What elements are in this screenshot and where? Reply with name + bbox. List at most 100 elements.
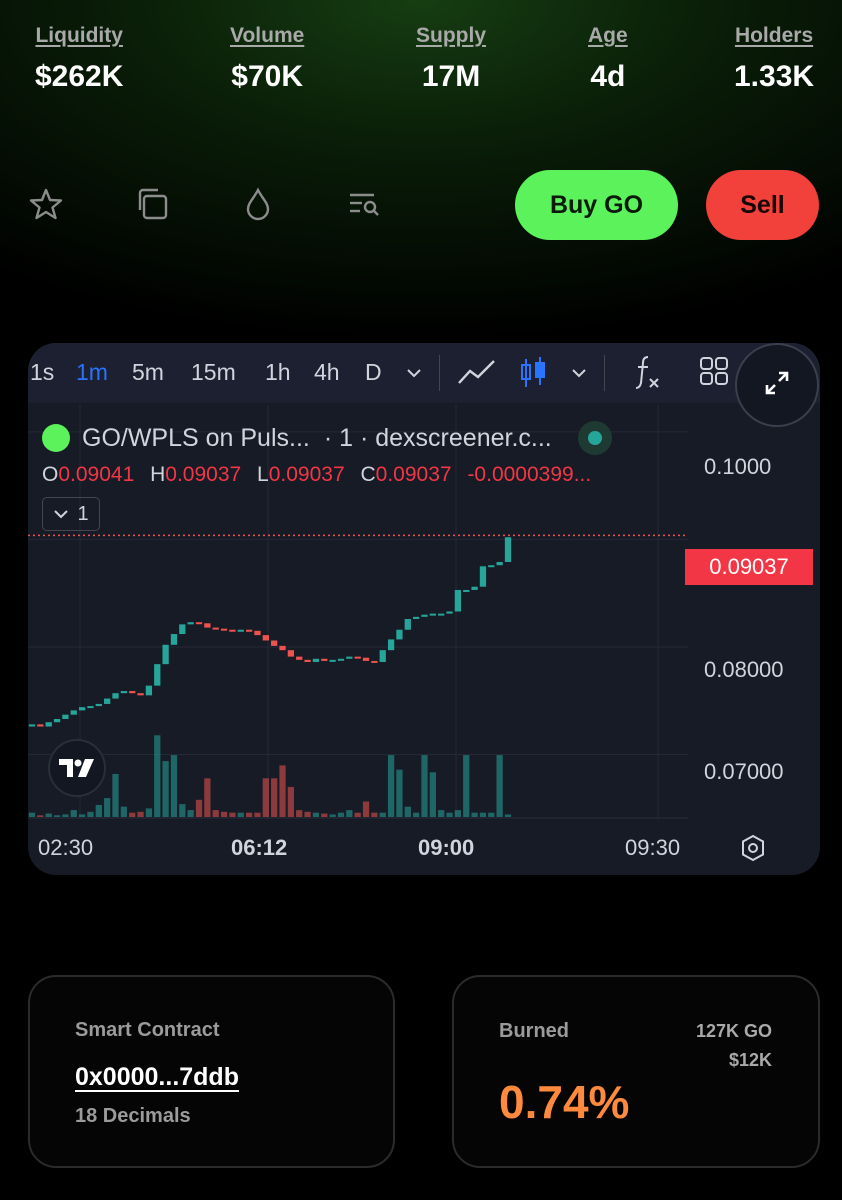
fullscreen-button[interactable] [735,343,819,427]
timeframe-5m[interactable]: 5m [132,359,164,386]
search-list-icon[interactable] [346,186,382,222]
timeframe-1h[interactable]: 1h [265,359,291,386]
chevron-down-icon [54,510,69,519]
candle [454,589,462,612]
chart-legend: GO/WPLS on Puls... · 1 · dexscreener.c..… [42,421,612,531]
stat-volume[interactable]: Volume $70K [230,24,304,94]
copy-icon[interactable] [134,186,170,222]
stat-liquidity[interactable]: Liquidity $262K [35,24,123,94]
volume-bar [212,810,219,817]
volume-bar [488,812,495,817]
last-price-marker: 0.09037 [685,549,813,585]
stat-value: 4d [590,60,626,93]
volume-bar [170,755,178,817]
candle [87,706,94,709]
line-chart-icon[interactable] [456,355,498,396]
candle [237,629,244,632]
candle [438,613,445,616]
candle [496,561,503,566]
candle [404,618,411,630]
candle [28,724,36,727]
volume-bar [28,812,36,817]
candle [112,693,119,699]
volume-bar [321,813,328,817]
candle [53,718,61,723]
volume-bar [421,755,428,817]
ohlc-key: C [360,463,376,486]
chart-settings-icon[interactable] [738,833,768,868]
star-icon[interactable] [28,186,64,222]
candle [329,659,336,662]
candle [379,650,386,663]
market-status-icon [577,421,612,455]
candle [220,628,228,631]
candle [212,627,219,630]
burned-usd: $12K [728,1050,772,1070]
candle [287,650,295,657]
price-chart-widget: 1s 1m 5m 15m 1h 4h D GO/WPLS on Puls... … [28,343,820,875]
candle [262,635,269,641]
time-axis-label: 06:12 [231,835,288,860]
candle [504,537,512,562]
open-value: 0.09041 [58,463,135,486]
candle [254,630,261,636]
candle [78,707,86,711]
symbol-logo [42,424,70,452]
time-axis-label: 09:00 [418,835,475,860]
candle [304,659,311,663]
candle [245,629,253,632]
drop-icon[interactable] [240,186,276,222]
candle [488,565,495,568]
indicators-fx-icon[interactable] [632,353,662,396]
time-axis-label: 09:30 [625,835,681,860]
stat-holders[interactable]: Holders 1.33K [734,24,814,94]
volume-bar [304,811,311,817]
pair-title[interactable]: GO/WPLS on Puls... [82,424,310,453]
action-bar: Buy GO Sell [0,168,842,242]
token-stats: Liquidity $262K Volume $70K Supply 17M A… [0,24,842,104]
candle [371,660,378,663]
sell-button[interactable]: Sell [706,170,819,240]
candle [421,614,428,617]
chevron-down-icon[interactable] [404,363,424,388]
layout-grid-icon[interactable] [698,355,730,392]
tradingview-logo[interactable] [48,739,106,797]
candles-icon[interactable] [518,355,548,396]
expand-icon [762,368,792,403]
candle [387,639,395,651]
burned-label: Burned [499,1020,569,1042]
timeframe-1m[interactable]: 1m [76,359,108,386]
candle [70,710,77,715]
volume-bar [70,810,77,817]
burned-card: Burned 127K GO $12K 0.74% [452,975,820,1168]
legend-collapse-button[interactable]: 1 [42,497,100,531]
volume-bar [112,774,119,817]
stat-supply[interactable]: Supply 17M [416,24,486,94]
volume-bar [454,810,462,817]
stat-label: Supply [416,24,487,47]
candle [179,624,186,635]
candle [446,611,453,614]
volume-bar [496,755,503,817]
contract-address-link[interactable]: 0x0000...7ddb [75,1063,239,1092]
indicator-count: 1 [77,502,89,525]
timeframe-4h[interactable]: 4h [314,359,340,386]
candle [429,613,436,616]
candle [362,657,370,661]
stat-age[interactable]: Age 4d [588,24,628,94]
toolbar-divider [604,355,605,391]
timeframe-15m[interactable]: 15m [191,359,236,386]
chevron-down-icon[interactable] [569,363,589,388]
volume-bar [312,812,320,817]
volume-bar [254,812,261,817]
timeframe-1s[interactable]: 1s [30,359,54,386]
volume-bar [195,799,203,817]
volume-bar [463,755,470,817]
change-value: -0.0000399... [467,463,592,486]
ohlc-key: H [150,463,166,486]
time-axis-label: 02:30 [38,835,94,860]
timeframe-d[interactable]: D [365,359,382,386]
candle [413,616,420,619]
volume-bar [145,808,153,817]
buy-button[interactable]: Buy GO [515,170,678,240]
